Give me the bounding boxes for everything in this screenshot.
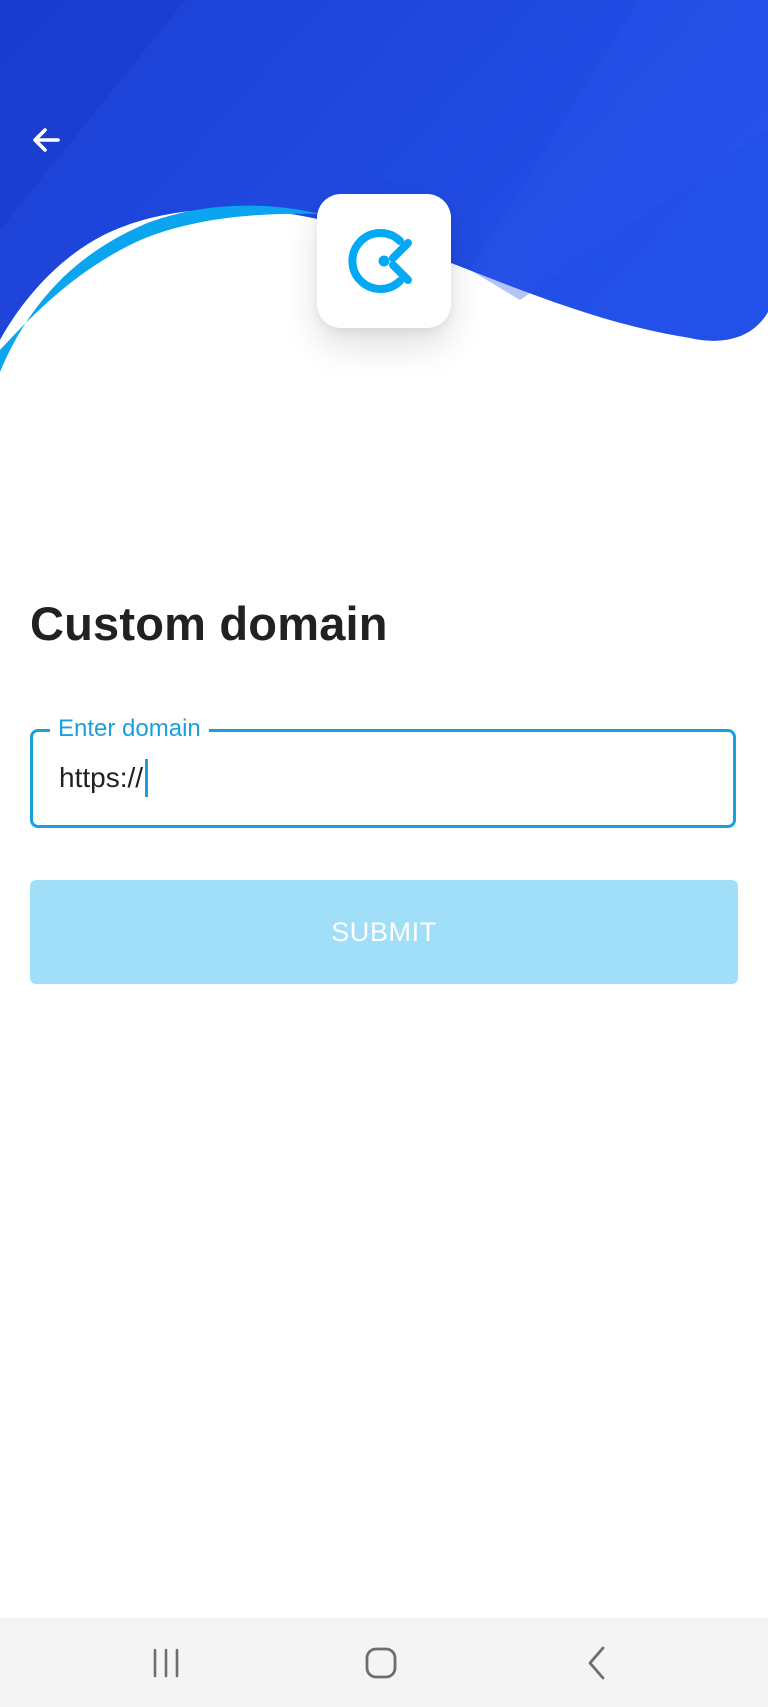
home-icon <box>365 1647 397 1678</box>
recent-apps-button[interactable] <box>121 1618 211 1707</box>
arrow-left-icon <box>33 128 60 152</box>
domain-input-label: Enter domain <box>50 712 209 746</box>
back-chevron-icon <box>588 1646 605 1679</box>
recent-apps-icon <box>153 1648 179 1677</box>
domain-input-value[interactable]: https:// <box>59 760 143 796</box>
app-logo <box>317 194 451 328</box>
system-back-button[interactable] <box>552 1618 642 1707</box>
text-cursor <box>145 759 149 797</box>
clockify-logo-icon <box>348 229 412 293</box>
back-button[interactable] <box>18 112 74 168</box>
home-button[interactable] <box>336 1618 426 1707</box>
submit-button[interactable]: SUBMIT <box>30 880 738 984</box>
system-navigation-bar <box>0 1618 768 1707</box>
page-title: Custom domain <box>30 597 388 650</box>
